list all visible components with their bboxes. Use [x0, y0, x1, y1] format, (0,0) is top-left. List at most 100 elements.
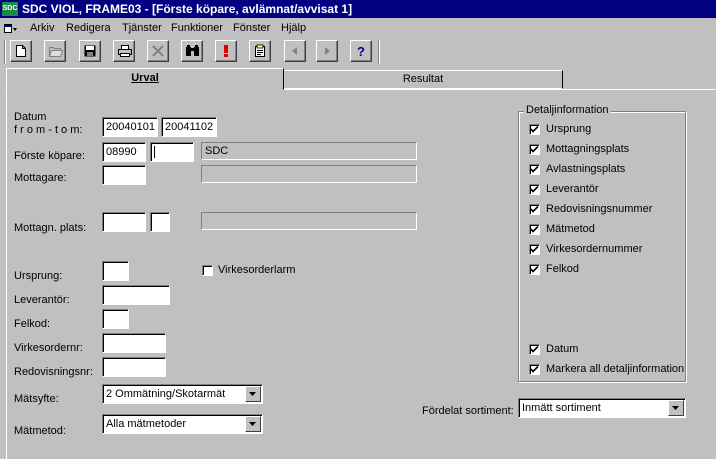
redovisningsnr-field[interactable]	[102, 357, 166, 377]
toolbar-separator	[4, 40, 6, 64]
menu-tjanster[interactable]: Tjänster	[122, 21, 162, 35]
detail-redovisningsnummer-label: Redovisningsnummer	[546, 203, 653, 215]
mottagare-field[interactable]	[102, 165, 146, 185]
window-title: SDC VIOL, FRAME03 - [Förste köpare, avlä…	[22, 2, 353, 16]
matsyfte-dropdown-button[interactable]	[245, 386, 261, 402]
tab-join	[7, 88, 283, 91]
mottagn-plats-field[interactable]	[102, 212, 146, 232]
detail-avlastningsplats-checkbox[interactable]	[529, 164, 540, 175]
mottagn-plats-sub-field[interactable]	[150, 212, 170, 232]
fordelat-sortiment-dropdown-button[interactable]	[668, 400, 684, 416]
detail-matmetod-checkbox[interactable]	[529, 224, 540, 235]
detail-datum-label: Datum	[546, 343, 579, 355]
matmetod-label: Mätmetod:	[14, 425, 66, 437]
detail-ursprung-checkbox[interactable]	[529, 124, 540, 135]
checkmark-icon	[530, 145, 539, 153]
save-button[interactable]	[79, 40, 101, 62]
checkmark-icon	[530, 225, 539, 233]
matmetod-selected-value: Alla mätmetoder	[106, 418, 187, 430]
detail-matmetod-label: Mätmetod	[546, 223, 595, 235]
find-button[interactable]	[181, 40, 203, 62]
forste-kopare-code-field[interactable]: 08990	[102, 142, 146, 162]
tab-urval-label: Urval	[131, 72, 159, 84]
detail-mottagningsplats-label: Mottagningsplats	[546, 143, 630, 155]
detail-ursprung-label: Ursprung	[546, 123, 592, 135]
ursprung-label: Ursprung:	[14, 270, 63, 282]
previous-button[interactable]	[284, 40, 306, 62]
checkmark-icon	[530, 205, 539, 213]
forste-kopare-name: SDC	[201, 142, 417, 160]
detail-datum-checkbox[interactable]	[529, 344, 540, 355]
tab-resultat[interactable]: Resultat	[283, 70, 563, 89]
detail-mottagningsplats-checkbox[interactable]	[529, 144, 540, 155]
datum-range-label: f r o m - t o m:	[14, 124, 83, 136]
datum-label: Datum	[14, 111, 47, 123]
checkmark-icon	[530, 165, 539, 173]
detail-redovisningsnummer-checkbox[interactable]	[529, 204, 540, 215]
redovisningsnr-label: Redovisningsnr:	[14, 366, 93, 378]
delete-button[interactable]	[147, 40, 169, 62]
checkmark-icon	[530, 265, 539, 273]
detail-leverantor-label: Leverantör	[546, 183, 599, 195]
virkesordernr-field[interactable]	[102, 333, 166, 353]
help-button[interactable]: ?	[350, 40, 372, 62]
virkesordernr-label: Virkesordernr:	[14, 342, 83, 354]
markera-all-checkbox[interactable]	[529, 364, 540, 375]
forste-kopare-label: Förste köpare:	[14, 150, 85, 162]
detaljinformation-title: Detaljinformation	[524, 104, 611, 117]
app-icon: SDC	[2, 2, 18, 16]
detail-felkod-label: Felkod	[546, 263, 580, 275]
tab-urval[interactable]: Urval	[6, 68, 284, 90]
checkmark-icon	[530, 185, 539, 193]
fordelat-sortiment-selected-value: Inmätt sortiment	[522, 402, 601, 414]
next-button[interactable]	[316, 40, 338, 62]
menu-redigera[interactable]: Redigera	[66, 21, 111, 35]
datum-tom-field[interactable]: 20041102	[161, 117, 217, 137]
checkmark-icon	[530, 365, 539, 373]
menu-fonster[interactable]: Fönster	[233, 21, 270, 35]
matsyfte-select[interactable]: 2 Ommätning/Skotarmät	[102, 384, 263, 404]
print-button[interactable]	[113, 40, 135, 62]
fordelat-sortiment-label: Fördelat sortiment:	[422, 405, 514, 417]
detail-virkesordernummer-checkbox[interactable]	[529, 244, 540, 255]
matmetod-select[interactable]: Alla mätmetoder	[102, 414, 263, 434]
forste-kopare-sub-field[interactable]	[150, 142, 194, 162]
markera-all-label: Markera all detaljinformation	[546, 363, 685, 375]
chevron-down-icon	[672, 406, 679, 410]
checkmark-icon	[530, 125, 539, 133]
virkesorderlarm-checkbox[interactable]	[202, 265, 213, 276]
mottagare-name	[201, 165, 417, 183]
leverantor-label: Leverantör:	[14, 294, 70, 306]
datum-from-field[interactable]: 20040101	[102, 117, 158, 137]
leverantor-field[interactable]	[102, 285, 170, 305]
virkesorderlarm-label: Virkesorderlarm	[218, 264, 296, 276]
tab-resultat-label: Resultat	[402, 73, 444, 85]
svg-text:?: ?	[357, 44, 365, 58]
ursprung-field[interactable]	[102, 261, 129, 281]
detail-leverantor-checkbox[interactable]	[529, 184, 540, 195]
detail-virkesordernummer-label: Virkesordernummer	[546, 243, 643, 255]
mottagn-plats-name	[201, 212, 417, 230]
menu-hjalp[interactable]: Hjälp	[281, 21, 306, 35]
matsyfte-selected-value: 2 Ommätning/Skotarmät	[106, 388, 226, 400]
notes-button[interactable]	[249, 40, 271, 62]
menu-arkiv[interactable]: Arkiv	[30, 21, 54, 35]
checkmark-icon	[530, 345, 539, 353]
detail-felkod-checkbox[interactable]	[529, 264, 540, 275]
mottagare-label: Mottagare:	[14, 172, 67, 184]
matsyfte-label: Mätsyfte:	[14, 393, 59, 405]
felkod-field[interactable]	[102, 309, 129, 329]
fordelat-sortiment-select[interactable]: Inmätt sortiment	[518, 398, 686, 418]
detail-avlastningsplats-label: Avlastningsplats	[546, 163, 626, 175]
title-bar: SDC SDC VIOL, FRAME03 - [Förste köpare, …	[0, 0, 716, 18]
toolbar-separator	[378, 40, 380, 64]
menu-bar: Arkiv Redigera Tjänster Funktioner Fönst…	[0, 18, 716, 38]
alert-button[interactable]	[215, 40, 237, 62]
open-button[interactable]	[44, 40, 66, 62]
menu-funktioner[interactable]: Funktioner	[171, 21, 223, 35]
document-system-menu-icon[interactable]	[4, 23, 18, 34]
chevron-down-icon	[249, 392, 256, 396]
new-document-button[interactable]	[10, 40, 32, 62]
checkmark-icon	[530, 245, 539, 253]
matmetod-dropdown-button[interactable]	[245, 416, 261, 432]
